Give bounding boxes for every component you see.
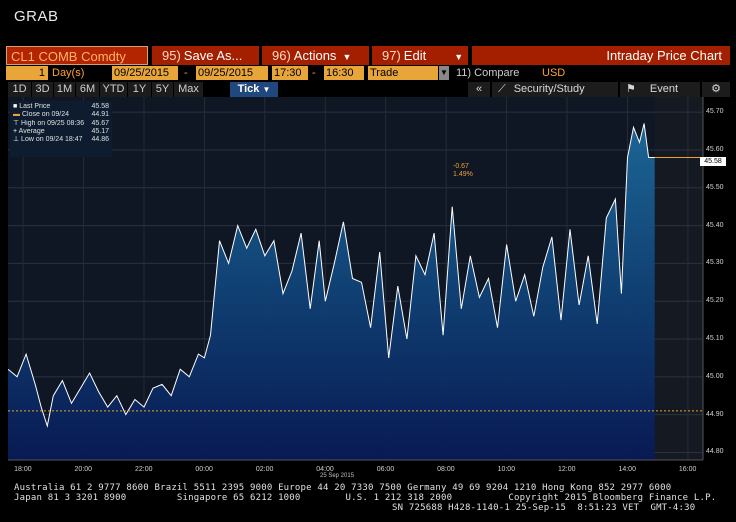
save-as-label: Save As... bbox=[183, 48, 243, 63]
footer-contacts-1: Australia 61 2 9777 8600 Brazil 5511 239… bbox=[14, 483, 672, 493]
legend-label: High on 09/25 08:36 bbox=[21, 119, 85, 127]
edit-shortcut: 97) bbox=[382, 48, 401, 63]
caret-down-icon: ▼ bbox=[262, 85, 271, 94]
period-value-field[interactable]: 1 bbox=[6, 66, 48, 80]
actions-menu-button[interactable]: 96) Actions ▼ bbox=[262, 46, 369, 65]
y-tick-label: 45.00 bbox=[706, 372, 724, 380]
caret-down-icon: ▼ bbox=[342, 52, 352, 62]
start-date-field[interactable]: 09/25/2015 bbox=[112, 66, 178, 80]
legend-item: ⊥ Low on 09/24 18:47 44.86 bbox=[13, 136, 109, 144]
footer-contacts-2: Japan 81 3 3201 8900 Singapore 65 6212 1… bbox=[14, 493, 717, 503]
event-button[interactable]: ⚑ Event bbox=[620, 82, 700, 97]
legend-label: Average bbox=[18, 127, 45, 135]
tab-tick-label: Tick bbox=[237, 83, 260, 95]
legend-item: ▬ Close on 09/24 44.91 bbox=[13, 111, 109, 119]
x-tick-label: 04:00 bbox=[316, 466, 334, 473]
tab-tick[interactable]: Tick ▼ bbox=[230, 82, 279, 97]
legend-value: 45.58 bbox=[91, 103, 109, 110]
tab-6m[interactable]: 6M bbox=[76, 82, 100, 97]
y-tick-label: 45.60 bbox=[706, 145, 724, 153]
x-tick-label: 20:00 bbox=[74, 466, 93, 473]
intraday-price-chart[interactable] bbox=[8, 97, 728, 475]
y-tick-label: 45.50 bbox=[706, 183, 724, 191]
tab-ytd[interactable]: YTD bbox=[100, 82, 128, 97]
date-separator: - bbox=[184, 67, 188, 79]
edit-menu-button[interactable]: 97) Edit ▼ bbox=[372, 46, 468, 65]
change-percent: 1.49% bbox=[453, 171, 473, 178]
x-tick-label: 08:00 bbox=[437, 466, 455, 473]
legend-value: 44.91 bbox=[91, 111, 109, 119]
tab-1m[interactable]: 1M bbox=[54, 82, 76, 97]
legend-value: 45.17 bbox=[91, 127, 109, 135]
tab-1d[interactable]: 1D bbox=[8, 82, 32, 97]
collapse-arrow-icon[interactable]: « bbox=[468, 82, 490, 97]
actions-label: Actions bbox=[293, 48, 337, 63]
field-dropdown-icon[interactable]: ▼ bbox=[439, 66, 449, 80]
compare-button[interactable]: 11) Compare bbox=[456, 66, 526, 80]
function-toolbar: CL1 COMB Comdty 95) Save As... 96) Actions… bbox=[6, 46, 730, 65]
field-select[interactable]: Trade bbox=[368, 66, 438, 80]
security-study-button[interactable]: ⟋ Security/Study bbox=[492, 82, 618, 97]
save-as-button[interactable]: 95) Save As... bbox=[152, 46, 259, 65]
x-tick-label: 14:00 bbox=[618, 466, 636, 473]
tab-3d[interactable]: 3D bbox=[32, 82, 54, 97]
tab-5y[interactable]: 5Y bbox=[152, 82, 174, 97]
chart-legend: ■ Last Price 45.58 ▬ Close on 09/24 44.91 ⊤ … bbox=[10, 101, 112, 157]
y-tick-label: 45.10 bbox=[706, 335, 724, 342]
close-line-icon: ▬ bbox=[13, 111, 22, 119]
y-tick-label: 45.20 bbox=[706, 297, 724, 305]
period-unit-field[interactable]: Day(s) bbox=[52, 66, 112, 80]
legend-label: Last Price bbox=[19, 103, 51, 110]
x-tick-label: 10:00 bbox=[497, 466, 516, 473]
caret-down-icon: ▼ bbox=[454, 52, 464, 62]
low-marker-icon: ⊥ bbox=[13, 136, 22, 144]
legend-item: ■ Last Price 45.58 bbox=[13, 103, 109, 111]
y-tick-label: 45.40 bbox=[706, 221, 724, 229]
parameter-bar: 1 Day(s) 09/25/2015 - 09/25/2015 17:30 -… bbox=[6, 66, 730, 80]
tab-1y[interactable]: 1Y bbox=[128, 82, 152, 97]
future-region bbox=[654, 97, 703, 460]
tab-max[interactable]: Max bbox=[174, 82, 204, 97]
x-tick-label: 06:00 bbox=[376, 466, 395, 473]
event-label: Event bbox=[649, 83, 679, 95]
legend-label: Close on 09/24 bbox=[21, 111, 70, 119]
ticker-field[interactable]: CL1 COMB Comdty bbox=[6, 46, 148, 65]
line-chart-icon: ⟋ bbox=[498, 83, 506, 95]
y-tick-label: 44.80 bbox=[706, 448, 724, 456]
last-price-tag: 45.58 bbox=[700, 157, 726, 166]
end-time-field[interactable]: 16:30 bbox=[324, 66, 364, 80]
x-tick-label: 00:00 bbox=[195, 466, 213, 473]
date-axis-label: 25 Sep 2015 bbox=[320, 473, 355, 479]
range-tab-bar: Tick ▼ « ⟋ Security/Study ⚑ Event ⚙ 1D 3D 1M… bbox=[8, 82, 730, 97]
y-tick-label: 45.30 bbox=[706, 259, 724, 267]
footer-session-info: SN 725688 H428-1140-1 25-Sep-15 8:51:23 … bbox=[392, 503, 696, 513]
edit-label: Edit bbox=[403, 48, 427, 63]
change-value: -0.67 bbox=[453, 163, 469, 170]
chart-type-title: Intraday Price Chart bbox=[472, 46, 730, 65]
actions-shortcut: 96) bbox=[272, 48, 291, 63]
security-study-label: Security/Study bbox=[513, 83, 585, 95]
x-tick-label: 16:00 bbox=[678, 466, 697, 473]
x-tick-label: 22:00 bbox=[134, 466, 153, 473]
time-separator: - bbox=[312, 67, 316, 79]
x-tick-label: 02:00 bbox=[255, 466, 274, 473]
legend-value: 45.67 bbox=[91, 119, 109, 127]
window-title: GRAB bbox=[14, 8, 59, 25]
currency-field[interactable]: USD bbox=[542, 66, 572, 80]
legend-item: + Average 45.17 bbox=[13, 128, 109, 136]
x-tick-label: 18:00 bbox=[14, 466, 32, 473]
legend-label: Low on 09/24 18:47 bbox=[21, 136, 83, 144]
gear-icon[interactable]: ⚙ bbox=[702, 82, 730, 97]
start-time-field[interactable]: 17:30 bbox=[272, 66, 308, 80]
legend-value: 44.86 bbox=[91, 136, 109, 144]
high-marker-icon: ⊤ bbox=[13, 119, 22, 127]
end-date-field[interactable]: 09/25/2015 bbox=[196, 66, 268, 80]
legend-item: ⊤ High on 09/25 08:36 45.67 bbox=[13, 120, 109, 128]
y-tick-label: 44.90 bbox=[706, 410, 724, 418]
x-tick-label: 12:00 bbox=[558, 466, 576, 473]
flag-icon: ⚑ bbox=[626, 83, 636, 95]
y-tick-label: 45.70 bbox=[706, 108, 724, 116]
save-as-shortcut: 95) bbox=[162, 48, 181, 63]
